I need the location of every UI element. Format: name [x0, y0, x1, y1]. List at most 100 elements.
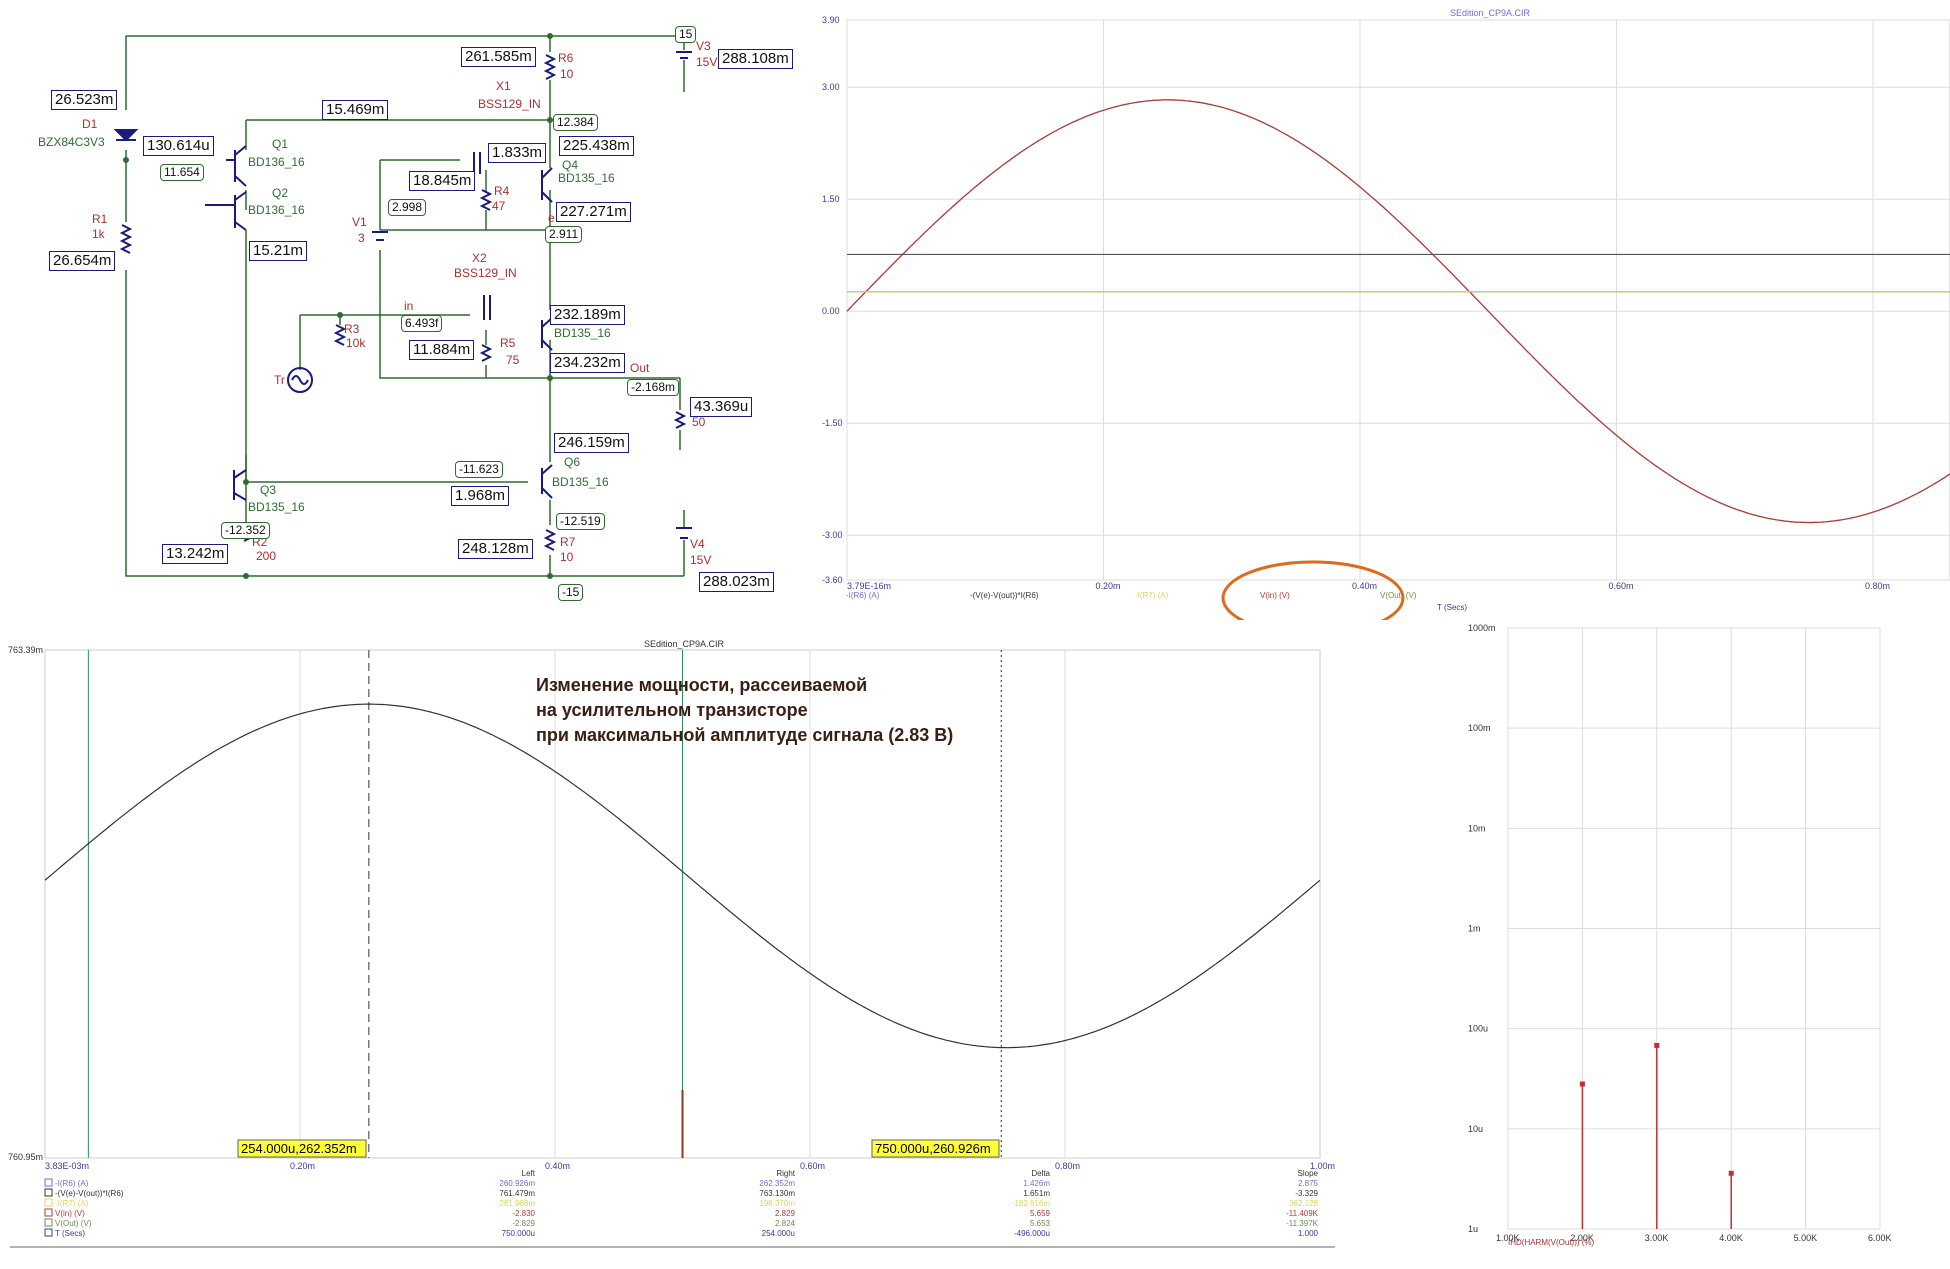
harmonics-legend: IHD(HARM(V(Out))) (%) [1508, 1238, 1595, 1247]
r6-val: 10 [560, 67, 574, 81]
cursor-table-cell: 260.926m [499, 1179, 535, 1188]
waveform-y-tick: 0.00 [822, 306, 840, 316]
q4-model: BD135_16 [558, 171, 615, 185]
cursor-table-cell: -183.616m [1012, 1199, 1051, 1208]
power-x-tick: 0.20m [290, 1161, 315, 1171]
x2-model: BSS129_IN [454, 266, 517, 280]
cursor-left-text: 254.000u,262.352m [241, 1141, 357, 1156]
legend-time: T (Secs) [1437, 603, 1467, 612]
power-y-bottom: 760.95m [8, 1152, 43, 1162]
harmonics-y-tick: 10m [1468, 823, 1486, 833]
harmonic-bar-marker [1728, 1170, 1734, 1176]
vprobe-15: 15 [675, 26, 697, 43]
harmonic-bar-marker [1654, 1042, 1660, 1048]
cursor-table-name: -(V(e)-V(out))*I(R6) [55, 1189, 124, 1198]
cursor-table-swatch [44, 1208, 53, 1217]
cursor-left-label[interactable]: 254.000u,262.352m [237, 1139, 367, 1158]
cursor-table-header: Delta [1031, 1169, 1050, 1178]
waveform-y-tick: 3.00 [822, 82, 840, 92]
probe-r2: 13.242m [162, 544, 229, 564]
cursor-table-name: V(in) (V) [55, 1209, 85, 1218]
waveform-x-tick: 0.60m [1609, 581, 1634, 591]
net-in-label: in [404, 299, 413, 313]
probe-r4: 18.845m [409, 171, 476, 191]
vprobe-2-998: 2.998 [388, 199, 427, 216]
cursor-table-header: Slope [1298, 1169, 1319, 1178]
harmonics-y-tick: 1m [1468, 924, 1481, 934]
cursor-table-cell: 1.426m [1023, 1179, 1050, 1188]
r4-val: 47 [492, 199, 506, 213]
v4-ref: V4 [690, 537, 705, 551]
x1-ref: X1 [496, 79, 511, 93]
cursor-table-swatch [44, 1188, 53, 1197]
v4-val: 15V [690, 553, 711, 567]
cursor-table-cell: -11.397K [1286, 1219, 1319, 1228]
waveform-title: SEdition_CP9A.CIR [1450, 8, 1531, 18]
power-y-top: 763.39m [8, 645, 43, 655]
cursor-table-cell: 281.988m [499, 1199, 535, 1208]
net-out-label: Out [630, 361, 650, 375]
vprobe-in: 6.493f [401, 315, 443, 332]
power-plot-title: SEdition_CP9A.CIR [644, 639, 725, 649]
legend-v-out: V(Out) (V) [1380, 591, 1417, 600]
waveform-y-tick: -1.50 [822, 418, 843, 428]
probe-q3: 1.968m [451, 486, 510, 506]
harmonics-plot[interactable]: 1000m100m10m1m100u10u1u 1.00K 2.00K 3.00K 4… [1460, 615, 1950, 1255]
r6-ref: R6 [558, 51, 574, 65]
q1-model: BD136_16 [248, 155, 305, 169]
probe-r7: 248.128m [458, 539, 533, 559]
cursor-right-label[interactable]: 750.000u,260.926m [871, 1139, 1000, 1158]
waveform-legend: -I(R6) (A) -(V(e)-V(out))*I(R6) -I(R7) (… [846, 591, 1467, 612]
waveform-x-tick: 0.40m [1352, 581, 1377, 591]
waveform-y-ticks: 3.90 3.00 1.50 0.00 -1.50 -3.00 -3.60 [822, 15, 843, 585]
cursor-table-cell: 761.479m [499, 1189, 535, 1198]
legend-v-in: V(in) (V) [1260, 591, 1290, 600]
cursor-table-cell: 254.000u [762, 1229, 795, 1238]
cursor-table-name: V(Out) (V) [55, 1219, 92, 1228]
cursor-table-cell: -2.829 [512, 1219, 535, 1228]
cursor-table-cell: 1.000 [1298, 1229, 1319, 1238]
vprobe-m15: -15 [558, 584, 584, 601]
v1-ref: V1 [352, 215, 367, 229]
tr-ref: Tr [274, 373, 285, 387]
waveform-y-tick: 1.50 [822, 194, 840, 204]
r7-ref: R7 [560, 535, 576, 549]
waveform-x-tick: 0.20m [1096, 581, 1121, 591]
harmonics-y-tick: 1u [1468, 1224, 1478, 1234]
cursor-table-cell: 2.875 [1298, 1179, 1319, 1188]
cursor-table-cell: 362.128 [1289, 1199, 1318, 1208]
cursor-table-swatch [44, 1198, 53, 1207]
power-x-tick: 0.60m [800, 1161, 825, 1171]
harmonics-x-tick: 6.00K [1868, 1233, 1892, 1243]
cursor-table-cell: 262.352m [759, 1179, 795, 1188]
probe-q2: 15.21m [249, 241, 308, 261]
q2-model: BD136_16 [248, 203, 305, 217]
cursor-table: Left Right Delta Slope -I(R6) (A) 260.926m 262… [10, 1169, 1335, 1248]
r3-val: 10k [346, 336, 366, 350]
vprobe-q6b: -11.623 [455, 461, 503, 478]
r4-ref: R4 [494, 184, 510, 198]
cursor-table-cell: 5.653 [1030, 1219, 1051, 1228]
harmonics-y-ticks: 1000m 100m 10m 1m 100u 10u 1u [1468, 623, 1496, 1234]
waveform-grid [846, 19, 1950, 581]
probe-q1: 130.614u [143, 136, 214, 156]
power-caption: Изменение мощности, рассеиваемой на усил… [536, 675, 953, 745]
x2-ref: X2 [472, 251, 487, 265]
harmonics-y-tick: 100m [1468, 723, 1491, 733]
probe-q4: 225.438m [559, 136, 634, 156]
waveform-plot[interactable]: SEdition_CP9A.CIR 3.90 3.00 1.50 0.00 -1.50 -… [820, 0, 1950, 620]
d1-model: BZX84C3V3 [38, 135, 105, 149]
vprobe-q3: -12.352 [221, 522, 270, 539]
cursor-table-header: Left [522, 1169, 536, 1178]
power-plot[interactable]: SEdition_CP9A.CIR 763.39m 760.95m 3.83E-… [0, 635, 1345, 1269]
caption-line-2: на усилительном транзисторе [536, 700, 808, 720]
cursor-table-name: -I(R6) (A) [55, 1179, 89, 1188]
probe-r6: 261.585m [461, 47, 536, 67]
q2-ref: Q2 [272, 186, 288, 200]
q3-model: BD135_16 [248, 500, 305, 514]
cursor-table-cell: -11.409K [1286, 1209, 1319, 1218]
v3-val: 15V [696, 55, 717, 69]
cursor-table-cell: 5.659 [1030, 1209, 1051, 1218]
probe-v4: 288.023m [699, 572, 774, 592]
cursor-table-cell: 198.370m [759, 1199, 795, 1208]
